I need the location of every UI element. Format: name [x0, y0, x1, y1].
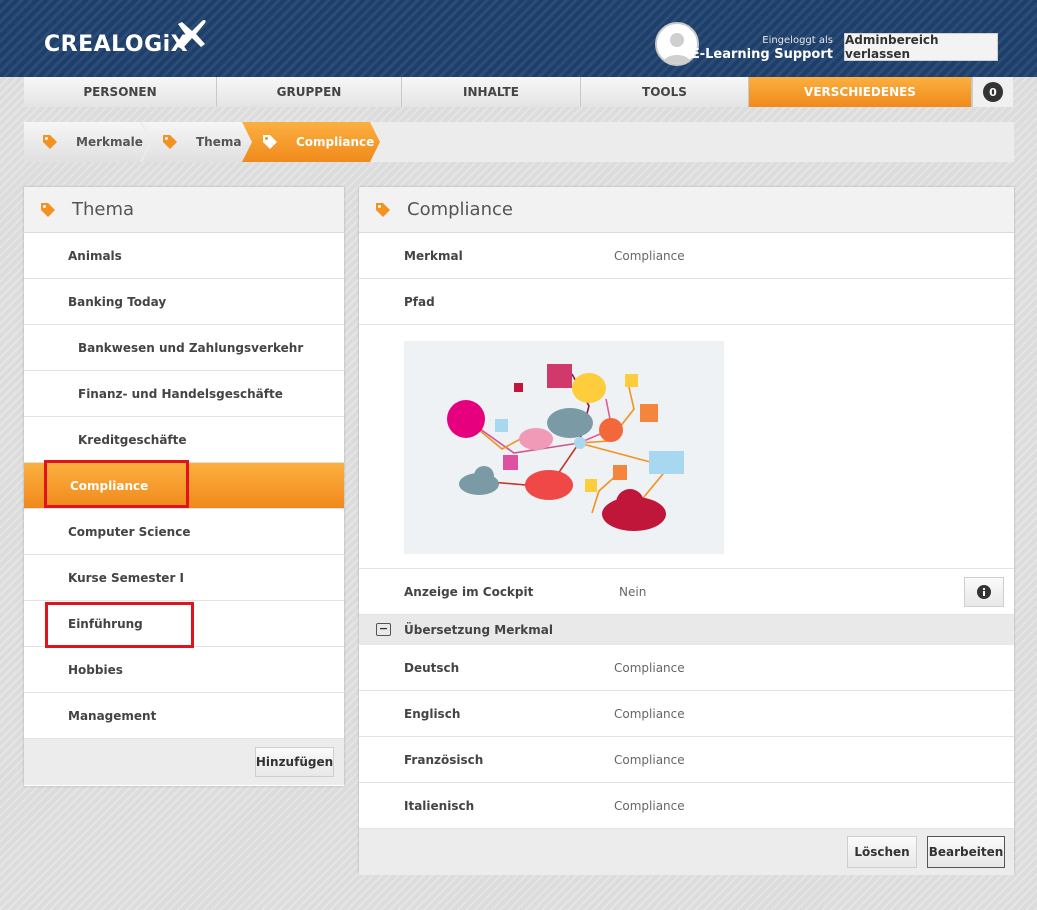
- info-icon: [977, 585, 991, 599]
- translation-value: Compliance: [614, 707, 685, 721]
- cockpit-value: Nein: [619, 585, 647, 599]
- translation-lang: Englisch: [404, 707, 461, 721]
- compliance-panel: Compliance Merkmal Compliance Pfad Anzei…: [359, 187, 1014, 875]
- thema-item-banking-today[interactable]: Banking Today: [24, 279, 344, 325]
- tag-icon: [162, 134, 178, 150]
- thema-panel-footer: Hinzufügen: [24, 739, 344, 785]
- highlight-box-compliance: [44, 460, 189, 508]
- translation-lang: Deutsch: [404, 661, 460, 675]
- translation-lang: Italienisch: [404, 799, 475, 813]
- translation-value: Compliance: [614, 661, 685, 675]
- translation-row-englisch: Englisch Compliance: [359, 691, 1014, 737]
- nav-tab-inhalte[interactable]: INHALTE: [402, 77, 581, 107]
- compliance-panel-header: Compliance: [359, 187, 1014, 233]
- logged-in-label: Eingeloggt als: [762, 35, 833, 46]
- merkmal-row: Merkmal Compliance: [359, 233, 1014, 279]
- panel-title: Thema: [72, 199, 135, 220]
- breadcrumb-label: Merkmale: [76, 135, 143, 149]
- crealogix-logo: CREALOGiX: [44, 32, 189, 57]
- compliance-panel-footer: Löschen Bearbeiten: [359, 829, 1014, 875]
- image-row: [359, 325, 1014, 569]
- breadcrumb-merkmale[interactable]: Merkmale: [24, 122, 150, 162]
- notification-counter[interactable]: 0: [972, 77, 1013, 107]
- pfad-label: Pfad: [404, 295, 435, 309]
- translation-row-italienisch: Italienisch Compliance: [359, 783, 1014, 829]
- pfad-row: Pfad: [359, 279, 1014, 325]
- thema-item-bankwesen[interactable]: Bankwesen und Zahlungsverkehr: [24, 325, 344, 371]
- panel-title: Compliance: [407, 199, 513, 220]
- thema-item-animals[interactable]: Animals: [24, 233, 344, 279]
- thema-item-management[interactable]: Management: [24, 693, 344, 739]
- logged-in-user: E-Learning Support: [690, 47, 833, 62]
- tag-icon: [41, 202, 55, 217]
- tag-icon: [376, 202, 390, 217]
- nav-tab-tools[interactable]: TOOLS: [581, 77, 749, 107]
- breadcrumb-label: Compliance: [296, 135, 375, 149]
- tag-icon: [262, 134, 278, 150]
- breadcrumb-compliance[interactable]: Compliance: [242, 122, 380, 162]
- exit-admin-button[interactable]: Adminbereich verlassen: [844, 33, 998, 61]
- nav-tab-personen[interactable]: PERSONEN: [24, 77, 217, 107]
- translation-value: Compliance: [614, 799, 685, 813]
- merkmal-label: Merkmal: [404, 249, 463, 263]
- tag-icon: [42, 134, 58, 150]
- translation-value: Compliance: [614, 753, 685, 767]
- airplane-logo-icon: [176, 19, 206, 49]
- thema-item-hobbies[interactable]: Hobbies: [24, 647, 344, 693]
- thema-item-computer-science[interactable]: Computer Science: [24, 509, 344, 555]
- top-header: CREALOGiX Eingeloggt als E-Learning Supp…: [0, 0, 1037, 77]
- thema-panel-header: Thema: [24, 187, 344, 233]
- merkmal-value: Compliance: [614, 249, 685, 263]
- highlight-box-einfuehrung: [45, 602, 194, 648]
- thema-item-kurse-semester[interactable]: Kurse Semester I: [24, 555, 344, 601]
- login-info: Eingeloggt als E-Learning Support: [691, 35, 833, 62]
- translation-row-deutsch: Deutsch Compliance: [359, 645, 1014, 691]
- main-nav: PERSONEN GRUPPEN INHALTE TOOLS VERSCHIED…: [24, 77, 972, 107]
- collapse-icon[interactable]: −: [376, 623, 391, 636]
- translation-section-title: Übersetzung Merkmal: [404, 623, 553, 637]
- breadcrumb: Merkmale Thema Compliance: [24, 122, 1014, 162]
- add-button[interactable]: Hinzufügen: [255, 747, 334, 777]
- compliance-illustration: [404, 341, 724, 554]
- cockpit-row: Anzeige im Cockpit Nein: [359, 569, 1014, 615]
- translation-section-header[interactable]: − Übersetzung Merkmal: [359, 615, 1014, 645]
- nav-tab-verschiedenes[interactable]: VERSCHIEDENES: [749, 77, 972, 107]
- notification-count-badge: 0: [983, 82, 1003, 102]
- info-button[interactable]: [964, 577, 1004, 607]
- thema-item-finanz[interactable]: Finanz- und Handelsgeschäfte: [24, 371, 344, 417]
- delete-button[interactable]: Löschen: [847, 836, 917, 868]
- cockpit-label: Anzeige im Cockpit: [404, 585, 534, 599]
- thema-item-kreditgeschaefte[interactable]: Kreditgeschäfte: [24, 417, 344, 463]
- breadcrumb-label: Thema: [196, 135, 242, 149]
- nav-tab-gruppen[interactable]: GRUPPEN: [217, 77, 402, 107]
- translation-row-franzoesisch: Französisch Compliance: [359, 737, 1014, 783]
- translation-lang: Französisch: [404, 753, 484, 767]
- edit-button[interactable]: Bearbeiten: [927, 836, 1005, 868]
